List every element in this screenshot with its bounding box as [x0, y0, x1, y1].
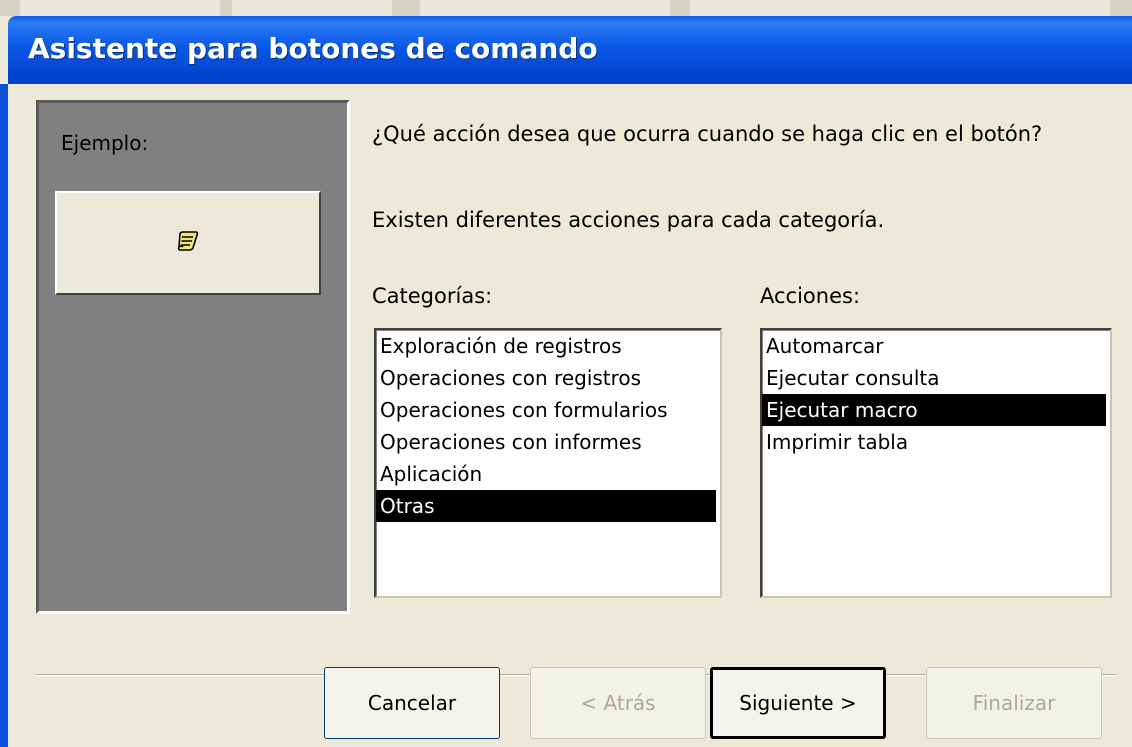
next-button[interactable]: Siguiente > — [710, 667, 886, 739]
category-item[interactable]: Otras — [376, 490, 716, 522]
window-frame — [0, 84, 8, 747]
finish-button[interactable]: Finalizar — [926, 667, 1102, 739]
next-button-label: Siguiente > — [739, 691, 857, 715]
categories-listbox[interactable]: Exploración de registros Operaciones con… — [374, 328, 722, 598]
category-item[interactable]: Operaciones con informes — [376, 426, 716, 458]
categories-label: Categorías: — [372, 284, 493, 308]
back-button[interactable]: < Atrás — [530, 667, 706, 739]
category-item[interactable]: Operaciones con registros — [376, 362, 716, 394]
wizard-window: Asistente para botones de comando Ejempl… — [0, 0, 1132, 747]
cancel-button-label: Cancelar — [367, 691, 457, 715]
category-item[interactable]: Operaciones con formularios — [376, 394, 716, 426]
action-item[interactable]: Imprimir tabla — [762, 426, 1106, 458]
info-text: Existen diferentes acciones para cada ca… — [372, 208, 885, 232]
dialog-content: Ejemplo: ¿Qué acción desea que ocurra cu… — [8, 84, 1132, 747]
actions-listbox[interactable]: Automarcar Ejecutar consulta Ejecutar ma… — [760, 328, 1112, 598]
scroll-icon — [177, 231, 199, 255]
action-item[interactable]: Ejecutar macro — [762, 394, 1106, 426]
action-item[interactable]: Ejecutar consulta — [762, 362, 1106, 394]
category-item[interactable]: Exploración de registros — [376, 330, 716, 362]
action-item[interactable]: Automarcar — [762, 330, 1106, 362]
background-strip — [0, 0, 1132, 16]
sample-panel: Ejemplo: — [36, 100, 350, 614]
category-item[interactable]: Aplicación — [376, 458, 716, 490]
question-text: ¿Qué acción desea que ocurra cuando se h… — [372, 122, 1043, 146]
finish-button-label: Finalizar — [972, 691, 1056, 715]
actions-label: Acciones: — [760, 284, 861, 308]
sample-button-preview — [55, 191, 321, 295]
window-title: Asistente para botones de comando — [28, 32, 598, 65]
cancel-button[interactable]: Cancelar — [324, 667, 500, 739]
sample-label: Ejemplo: — [61, 131, 149, 155]
back-button-label: < Atrás — [580, 691, 656, 715]
title-bar[interactable]: Asistente para botones de comando — [8, 16, 1132, 84]
